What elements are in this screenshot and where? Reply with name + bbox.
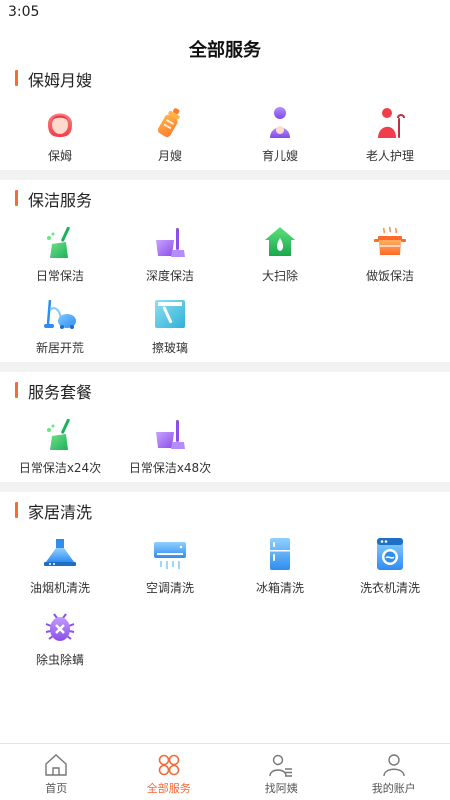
service-item-fridge[interactable]: 冰箱清洗 [225,530,335,602]
home-icon [43,752,69,778]
status-time: 3:05 [8,4,40,20]
service-item-maternity-nurse[interactable]: 月嫂 [115,98,225,170]
service-item-washing-machine[interactable]: 洗衣机清洗 [335,530,445,602]
tab-find-helper[interactable]: 找阿姨 [225,744,338,800]
service-item-label: 做饭保洁 [365,269,414,283]
service-item-label: 擦玻璃 [151,341,188,355]
section-packages: 服务套餐 日常保洁x24次 日常保洁x48次 [0,372,450,482]
section-accent-bar [15,502,18,518]
bottom-tab-bar: 首页 全部服务 找阿姨 我的账户 [0,743,450,800]
bucket-mop-icon [152,416,188,452]
service-item-package-48[interactable]: 日常保洁x48次 [115,410,225,482]
section-separator [0,482,450,492]
service-item-label: 育儿嫂 [261,149,298,163]
section-header: 服务套餐 [0,372,450,410]
bucket-mop-icon [152,224,188,260]
section-accent-bar [15,382,18,398]
service-item-label: 洗衣机清洗 [359,581,420,595]
tab-all-services[interactable]: 全部服务 [113,744,226,800]
air-conditioner-icon [152,536,188,572]
section-accent-bar [15,70,18,86]
service-item-label: 保姆 [47,149,72,163]
section-title: 保洁服务 [28,191,93,210]
service-item-daily-cleaning[interactable]: 日常保洁 [5,218,115,290]
window-squeegee-icon [152,296,188,332]
section-title: 保姆月嫂 [28,71,93,90]
vacuum-icon [42,296,78,332]
service-item-cooking-cleaning[interactable]: 做饭保洁 [335,218,445,290]
childcare-icon [262,104,298,140]
section-cleaning: 保洁服务 日常保洁 深度保洁 大扫除 做饭保洁 新居开荒 擦玻璃 [0,180,450,362]
elderly-care-icon [372,104,408,140]
section-header: 家居清洗 [0,492,450,530]
service-item-window-cleaning[interactable]: 擦玻璃 [115,290,225,362]
service-item-label: 空调清洗 [145,581,194,595]
service-item-label: 除虫除螨 [35,653,84,667]
tab-label: 全部服务 [146,782,191,795]
service-item-label: 日常保洁x24次 [18,461,102,475]
washing-machine-icon [372,536,408,572]
status-bar: 3:05 [0,0,450,26]
cooking-pot-icon [372,224,408,260]
broom-icon [42,416,78,452]
service-item-label: 油烟机清洗 [29,581,90,595]
service-item-label: 日常保洁 [35,269,84,283]
tab-my-account[interactable]: 我的账户 [338,744,450,800]
service-item-air-conditioner[interactable]: 空调清洗 [115,530,225,602]
account-icon [381,752,407,778]
section-title: 服务套餐 [28,383,93,402]
tab-home[interactable]: 首页 [0,744,113,800]
services-scroll-area[interactable]: 保姆月嫂 保姆 月嫂 育儿嫂 老人护理 保洁服务 日常保洁 深度保洁 大扫除 做… [0,60,450,743]
bug-icon [42,608,78,644]
service-item-label: 深度保洁 [145,269,194,283]
section-header: 保姆月嫂 [0,60,450,98]
section-title: 家居清洗 [28,503,93,522]
service-item-label: 冰箱清洗 [255,581,304,595]
fridge-icon [262,536,298,572]
section-home-appliance-cleaning: 家居清洗 油烟机清洗 空调清洗 冰箱清洗 洗衣机清洗 除虫除螨 [0,492,450,674]
service-item-package-24[interactable]: 日常保洁x24次 [5,410,115,482]
service-item-label: 新居开荒 [35,341,84,355]
section-header: 保洁服务 [0,180,450,218]
baby-bottle-icon [152,104,188,140]
section-separator [0,170,450,180]
nanny-icon [42,104,78,140]
all-services-icon [156,752,182,778]
service-item-elderly-care[interactable]: 老人护理 [335,98,445,170]
section-separator [0,362,450,372]
tab-label: 我的账户 [371,782,416,795]
section-nanny: 保姆月嫂 保姆 月嫂 育儿嫂 老人护理 [0,60,450,170]
range-hood-icon [42,536,78,572]
tab-label: 找阿姨 [264,782,298,795]
section-accent-bar [15,190,18,206]
service-item-label: 月嫂 [157,149,182,163]
service-item-general-cleaning[interactable]: 大扫除 [225,218,335,290]
service-item-range-hood[interactable]: 油烟机清洗 [5,530,115,602]
service-item-deep-cleaning[interactable]: 深度保洁 [115,218,225,290]
house-cleaning-icon [262,224,298,260]
service-item-pest-control[interactable]: 除虫除螨 [5,602,115,674]
service-item-childcare[interactable]: 育儿嫂 [225,98,335,170]
find-helper-icon [268,752,294,778]
service-item-new-home-cleaning[interactable]: 新居开荒 [5,290,115,362]
service-item-nanny[interactable]: 保姆 [5,98,115,170]
service-item-label: 日常保洁x48次 [128,461,212,475]
service-item-label: 老人护理 [365,149,414,163]
service-item-label: 大扫除 [261,269,298,283]
tab-label: 首页 [45,782,68,795]
page-title: 全部服务 [189,40,261,61]
broom-icon [42,224,78,260]
